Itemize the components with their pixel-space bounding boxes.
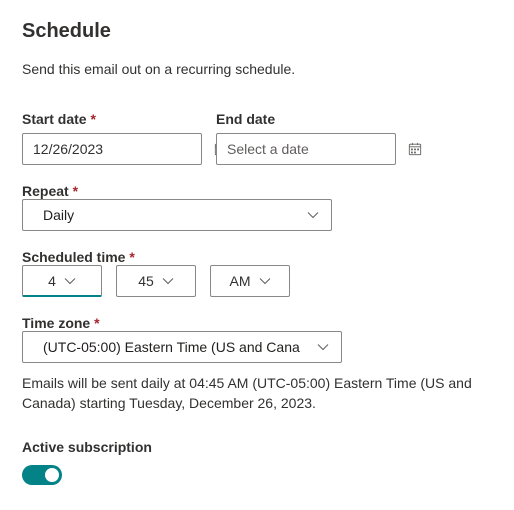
calendar-icon[interactable] <box>408 141 422 157</box>
start-date-input[interactable] <box>22 133 202 165</box>
chevron-down-icon <box>259 275 271 287</box>
meridiem-select[interactable]: AM <box>210 265 290 297</box>
minute-select[interactable]: 45 <box>116 265 196 297</box>
schedule-description: Send this email out on a recurring sched… <box>22 61 492 77</box>
timezone-value: (UTC-05:00) Eastern Time (US and Cana <box>43 339 317 355</box>
end-date-field[interactable] <box>227 141 408 157</box>
chevron-down-icon <box>307 209 319 221</box>
chevron-down-icon <box>64 275 76 287</box>
hour-value: 4 <box>48 273 56 289</box>
chevron-down-icon <box>162 275 174 287</box>
repeat-label: Repeat <box>22 183 78 199</box>
repeat-value: Daily <box>43 207 307 223</box>
end-date-input[interactable] <box>216 133 396 165</box>
active-subscription-toggle[interactable] <box>22 465 62 485</box>
start-date-field[interactable] <box>33 141 214 157</box>
timezone-select[interactable]: (UTC-05:00) Eastern Time (US and Cana <box>22 331 342 363</box>
scheduled-time-label: Scheduled time <box>22 249 135 265</box>
page-title: Schedule <box>22 20 492 43</box>
active-subscription-label: Active subscription <box>22 439 492 455</box>
hour-select[interactable]: 4 <box>22 265 102 297</box>
meridiem-value: AM <box>230 273 251 289</box>
chevron-down-icon <box>317 341 329 353</box>
repeat-select[interactable]: Daily <box>22 199 332 231</box>
schedule-summary: Emails will be sent daily at 04:45 AM (U… <box>22 373 492 413</box>
end-date-label: End date <box>216 111 396 127</box>
timezone-label: Time zone <box>22 315 100 331</box>
toggle-knob <box>45 468 59 482</box>
start-date-label: Start date <box>22 111 202 127</box>
minute-value: 45 <box>138 273 154 289</box>
